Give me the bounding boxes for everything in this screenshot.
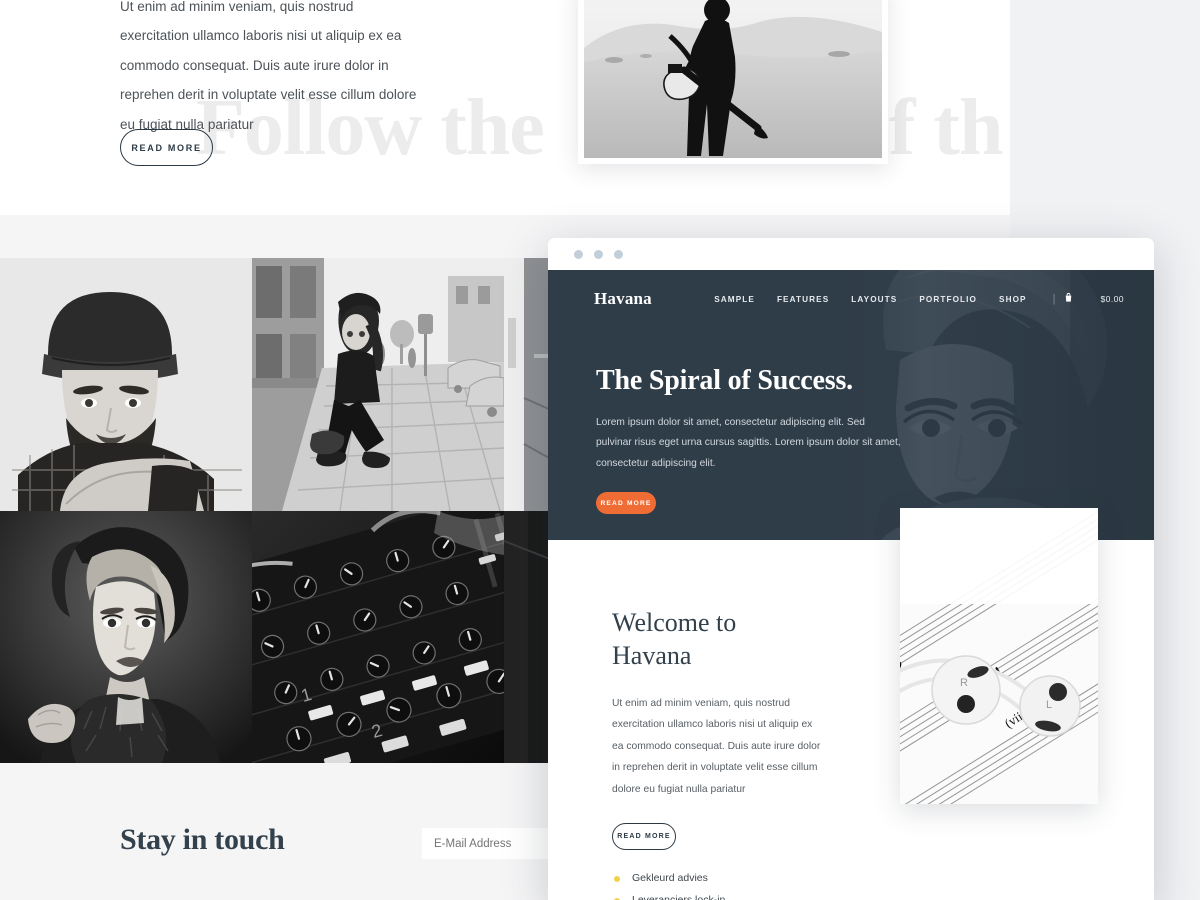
welcome-paragraph: Ut enim ad minim veniam, quis nostrud ex… (612, 697, 821, 795)
earbuds-on-sheet-music-image: a‑(vi‑) (vii‑) b R (900, 508, 1098, 804)
nav-item-features[interactable]: FEATURES (777, 295, 829, 304)
screenshot-stage: Follow the of th Ut enim ad minim veniam… (0, 0, 1200, 900)
gallery-item-dj-mixer-console[interactable]: 1 2 (252, 511, 504, 763)
hero-content: The Spiral of Success. Lorem ipsum dolor… (548, 328, 901, 515)
list-item: Leveranciers lock-in (612, 894, 1154, 900)
window-maximize-dot[interactable] (614, 249, 623, 259)
photo-gallery-grid: 1 2 (0, 258, 560, 763)
svg-text:L: L (1046, 699, 1052, 711)
earbuds-image-card: a‑(vi‑) (vii‑) b R (900, 508, 1098, 804)
gallery-item-bearded-man-beanie[interactable] (0, 258, 252, 511)
shopping-bag-icon[interactable] (1063, 292, 1074, 306)
hero-title: The Spiral of Success. (596, 365, 853, 396)
hero-read-more-button[interactable]: READ MORE (596, 492, 656, 515)
guitarist-photo-card (578, 0, 888, 164)
window-minimize-dot[interactable] (594, 249, 603, 259)
browser-window: Havana SAMPLE FEATURES LAYOUTS PORTFOLIO… (548, 238, 1154, 900)
hero-subtitle: Lorem ipsum dolor sit amet, consectetur … (596, 417, 901, 469)
hero-section: Havana SAMPLE FEATURES LAYOUTS PORTFOLIO… (548, 270, 1154, 540)
intro-read-more-button[interactable]: READ MORE (120, 129, 213, 166)
gallery-item-woman-sitting-street[interactable] (252, 258, 504, 511)
welcome-section: Welcome to Havana Ut enim ad minim venia… (548, 508, 1154, 900)
nav-separator: | (1052, 293, 1056, 305)
site-navbar: Havana SAMPLE FEATURES LAYOUTS PORTFOLIO… (548, 270, 1154, 328)
nav-item-sample[interactable]: SAMPLE (714, 295, 755, 304)
cart-amount[interactable]: $0.00 (1100, 294, 1124, 304)
welcome-title: Welcome to Havana (612, 608, 737, 671)
nav-item-shop[interactable]: SHOP (999, 295, 1027, 304)
browser-title-bar (548, 238, 1154, 270)
nav-links: SAMPLE FEATURES LAYOUTS PORTFOLIO SHOP |… (714, 292, 1124, 306)
svg-text:R: R (960, 677, 968, 689)
guitarist-desert-silhouette-image (584, 0, 882, 158)
welcome-read-more-button[interactable]: READ MORE (612, 822, 676, 850)
newsletter-title: Stay in touch (120, 823, 285, 856)
benefits-list: Gekleurd advies Leveranciers lock-in Ond… (612, 872, 1154, 900)
gallery-item-blonde-woman-fur[interactable] (0, 511, 252, 763)
window-close-dot[interactable] (574, 249, 583, 259)
nav-item-portfolio[interactable]: PORTFOLIO (919, 295, 977, 304)
intro-paragraph: Ut enim ad minim veniam, quis nostrud ex… (120, 0, 417, 132)
nav-item-layouts[interactable]: LAYOUTS (851, 295, 897, 304)
list-item: Gekleurd advies (612, 872, 1154, 884)
site-brand[interactable]: Havana (594, 289, 652, 309)
